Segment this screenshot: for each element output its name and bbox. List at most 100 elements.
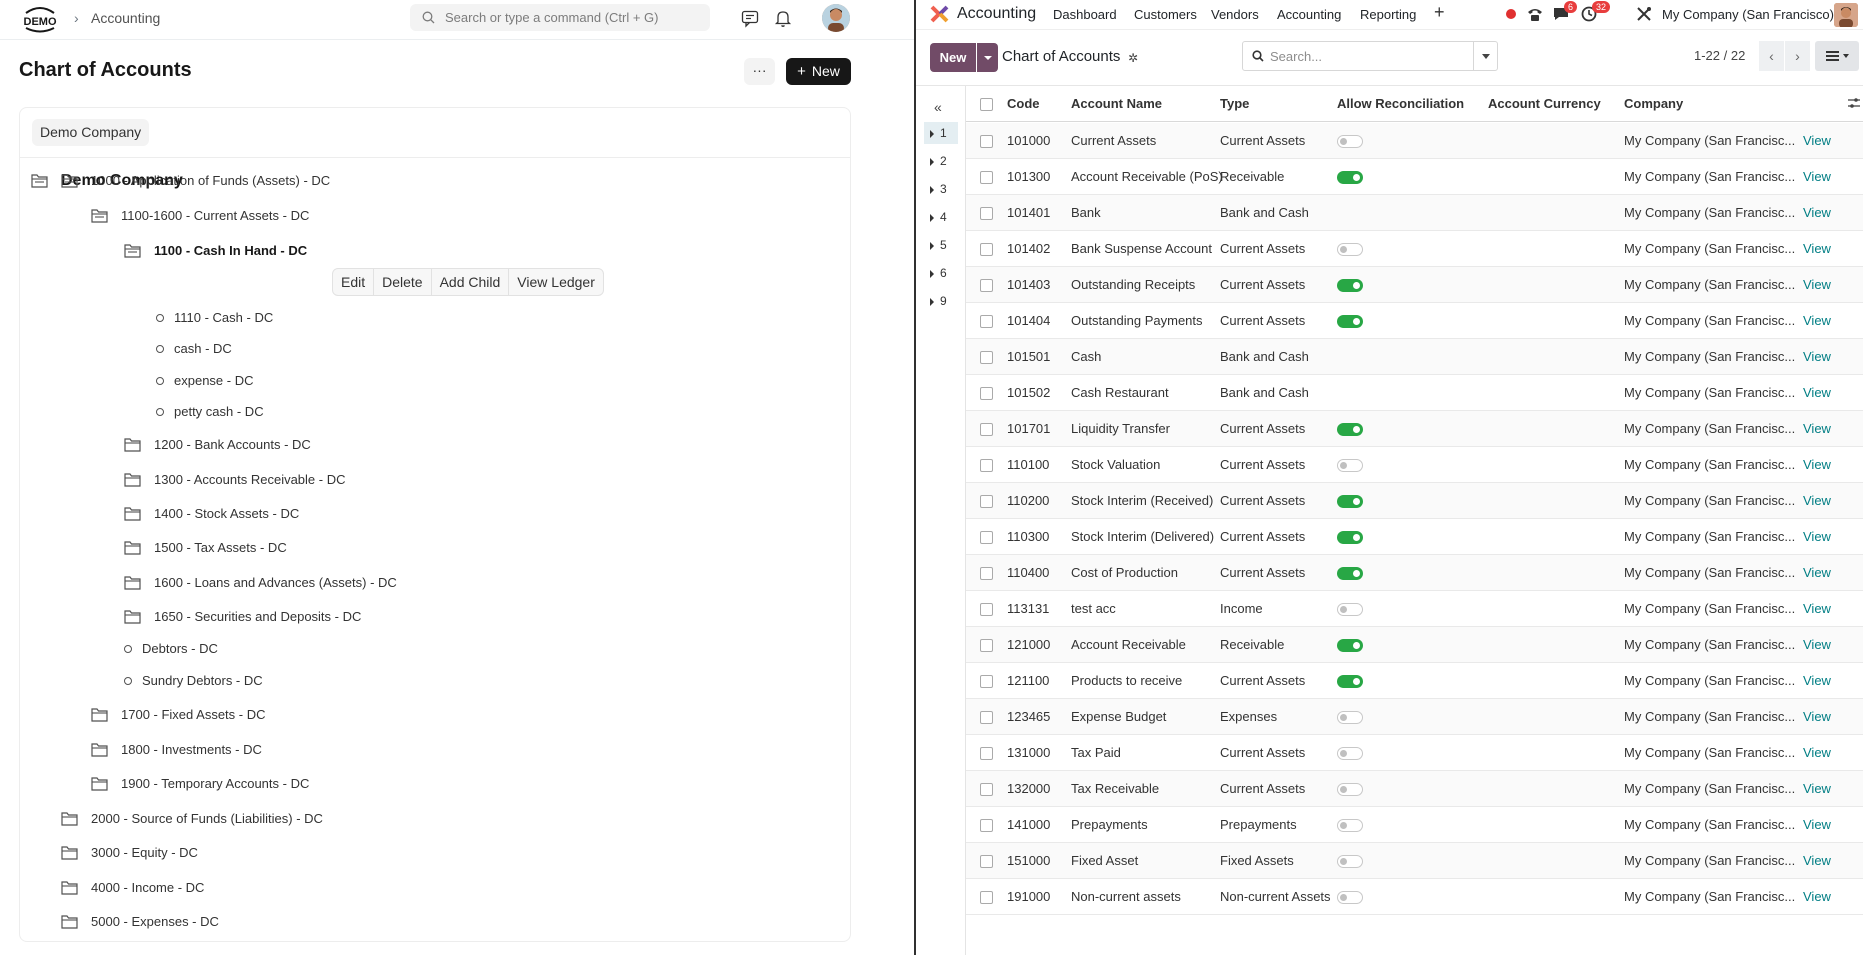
view-link[interactable]: View <box>1803 709 1831 724</box>
table-row[interactable]: 141000 Prepayments Prepayments My Company (… <box>966 807 1863 843</box>
allow-reconciliation-toggle[interactable] <box>1337 495 1363 508</box>
search-input[interactable]: Search... <box>1242 41 1474 71</box>
allow-reconciliation-toggle[interactable] <box>1337 819 1363 832</box>
list-view-switch[interactable] <box>1815 41 1859 71</box>
company-switcher[interactable]: My Company (San Francisco) <box>1662 7 1834 22</box>
header-type[interactable]: Type <box>1220 96 1249 111</box>
view-link[interactable]: View <box>1803 493 1831 508</box>
search-options-toggle[interactable] <box>1473 41 1498 71</box>
row-checkbox[interactable] <box>980 423 993 436</box>
allow-reconciliation-toggle[interactable] <box>1337 135 1363 148</box>
view-link[interactable]: View <box>1803 673 1831 688</box>
row-checkbox[interactable] <box>980 855 993 868</box>
view-ledger-button[interactable]: View Ledger <box>509 269 603 295</box>
allow-reconciliation-toggle[interactable] <box>1337 891 1363 904</box>
pager-value[interactable]: 1-22 / 22 <box>1694 48 1745 63</box>
group-item[interactable]: 6 <box>924 262 958 284</box>
table-row[interactable]: 101502 Cash Restaurant Bank and Cash My Com… <box>966 375 1863 411</box>
recording-dot-icon[interactable] <box>1506 9 1516 19</box>
new-dropdown-toggle[interactable] <box>977 43 998 72</box>
table-row[interactable]: 123465 Expense Budget Expenses My Company (… <box>966 699 1863 735</box>
app-name[interactable]: Accounting <box>957 5 1036 23</box>
tools-icon[interactable] <box>1635 5 1653 23</box>
table-row[interactable]: 132000 Tax Receivable Current Assets My Com… <box>966 771 1863 807</box>
gear-icon[interactable]: ✲ <box>1128 51 1138 65</box>
chat-icon[interactable] <box>740 8 760 28</box>
menu-dashboard[interactable]: Dashboard <box>1053 7 1117 22</box>
view-link[interactable]: View <box>1803 637 1831 652</box>
allow-reconciliation-toggle[interactable] <box>1337 243 1363 256</box>
view-link[interactable]: View <box>1803 853 1831 868</box>
row-checkbox[interactable] <box>980 279 993 292</box>
view-link[interactable]: View <box>1803 781 1831 796</box>
view-link[interactable]: View <box>1803 565 1831 580</box>
row-checkbox[interactable] <box>980 711 993 724</box>
edit-button[interactable]: Edit <box>333 269 375 295</box>
pager-next-button[interactable]: › <box>1785 41 1810 71</box>
view-link[interactable]: View <box>1803 313 1831 328</box>
row-checkbox[interactable] <box>980 603 993 616</box>
table-row[interactable]: 101404 Outstanding Payments Current Assets… <box>966 303 1863 339</box>
view-link[interactable]: View <box>1803 133 1831 148</box>
plus-icon[interactable]: + <box>1434 2 1445 23</box>
allow-reconciliation-toggle[interactable] <box>1337 675 1363 688</box>
table-row[interactable]: 113131 test acc Income My Company (San Fran… <box>966 591 1863 627</box>
user-avatar[interactable] <box>822 4 850 32</box>
menu-vendors[interactable]: Vendors <box>1211 7 1259 22</box>
row-checkbox[interactable] <box>980 531 993 544</box>
view-link[interactable]: View <box>1803 205 1831 220</box>
select-all-checkbox[interactable] <box>980 98 993 111</box>
allow-reconciliation-toggle[interactable] <box>1337 315 1363 328</box>
group-item[interactable]: 1 <box>924 122 958 144</box>
accounting-app-icon[interactable] <box>930 5 949 24</box>
view-link[interactable]: View <box>1803 745 1831 760</box>
row-checkbox[interactable] <box>980 675 993 688</box>
view-link[interactable]: View <box>1803 457 1831 472</box>
row-checkbox[interactable] <box>980 171 993 184</box>
table-row[interactable]: 101000 Current Assets Current Assets My Com… <box>966 123 1863 159</box>
menu-reporting[interactable]: Reporting <box>1360 7 1416 22</box>
view-link[interactable]: View <box>1803 817 1831 832</box>
row-checkbox[interactable] <box>980 207 993 220</box>
view-link[interactable]: View <box>1803 277 1831 292</box>
row-checkbox[interactable] <box>980 639 993 652</box>
row-checkbox[interactable] <box>980 315 993 328</box>
optional-columns-icon[interactable] <box>1847 96 1861 110</box>
allow-reconciliation-toggle[interactable] <box>1337 567 1363 580</box>
group-item[interactable]: 2 <box>924 150 958 172</box>
table-row[interactable]: 151000 Fixed Asset Fixed Assets My Company … <box>966 843 1863 879</box>
user-avatar[interactable] <box>1834 3 1858 27</box>
row-checkbox[interactable] <box>980 567 993 580</box>
allow-reconciliation-toggle[interactable] <box>1337 747 1363 760</box>
allow-reconciliation-toggle[interactable] <box>1337 783 1363 796</box>
collapse-sidebar-icon[interactable]: « <box>934 99 942 115</box>
table-row[interactable]: 121100 Products to receive Current Assets M… <box>966 663 1863 699</box>
allow-reconciliation-toggle[interactable] <box>1337 531 1363 544</box>
breadcrumb-accounting[interactable]: Accounting <box>91 10 160 26</box>
row-checkbox[interactable] <box>980 243 993 256</box>
row-checkbox[interactable] <box>980 891 993 904</box>
row-checkbox[interactable] <box>980 495 993 508</box>
view-link[interactable]: View <box>1803 349 1831 364</box>
app-logo[interactable]: DEMO <box>20 4 60 34</box>
bell-icon[interactable] <box>773 8 793 28</box>
table-row[interactable]: 101402 Bank Suspense Account Current Asset… <box>966 231 1863 267</box>
more-actions-button[interactable]: ··· <box>744 58 775 85</box>
table-row[interactable]: 110300 Stock Interim (Delivered) Current A… <box>966 519 1863 555</box>
view-link[interactable]: View <box>1803 421 1831 436</box>
header-allow-reconciliation[interactable]: Allow Reconciliation <box>1337 96 1464 111</box>
table-row[interactable]: 110100 Stock Valuation Current Assets My Co… <box>966 447 1863 483</box>
view-link[interactable]: View <box>1803 169 1831 184</box>
row-checkbox[interactable] <box>980 387 993 400</box>
header-account-name[interactable]: Account Name <box>1071 96 1162 111</box>
company-filter[interactable]: Demo Company <box>32 119 150 146</box>
allow-reconciliation-toggle[interactable] <box>1337 711 1363 724</box>
view-link[interactable]: View <box>1803 529 1831 544</box>
allow-reconciliation-toggle[interactable] <box>1337 423 1363 436</box>
table-row[interactable]: 101701 Liquidity Transfer Current Assets My… <box>966 411 1863 447</box>
table-row[interactable]: 110400 Cost of Production Current Assets My… <box>966 555 1863 591</box>
new-button[interactable]: + New <box>786 58 851 85</box>
allow-reconciliation-toggle[interactable] <box>1337 603 1363 616</box>
delete-button[interactable]: Delete <box>374 269 432 295</box>
menu-customers[interactable]: Customers <box>1134 7 1197 22</box>
